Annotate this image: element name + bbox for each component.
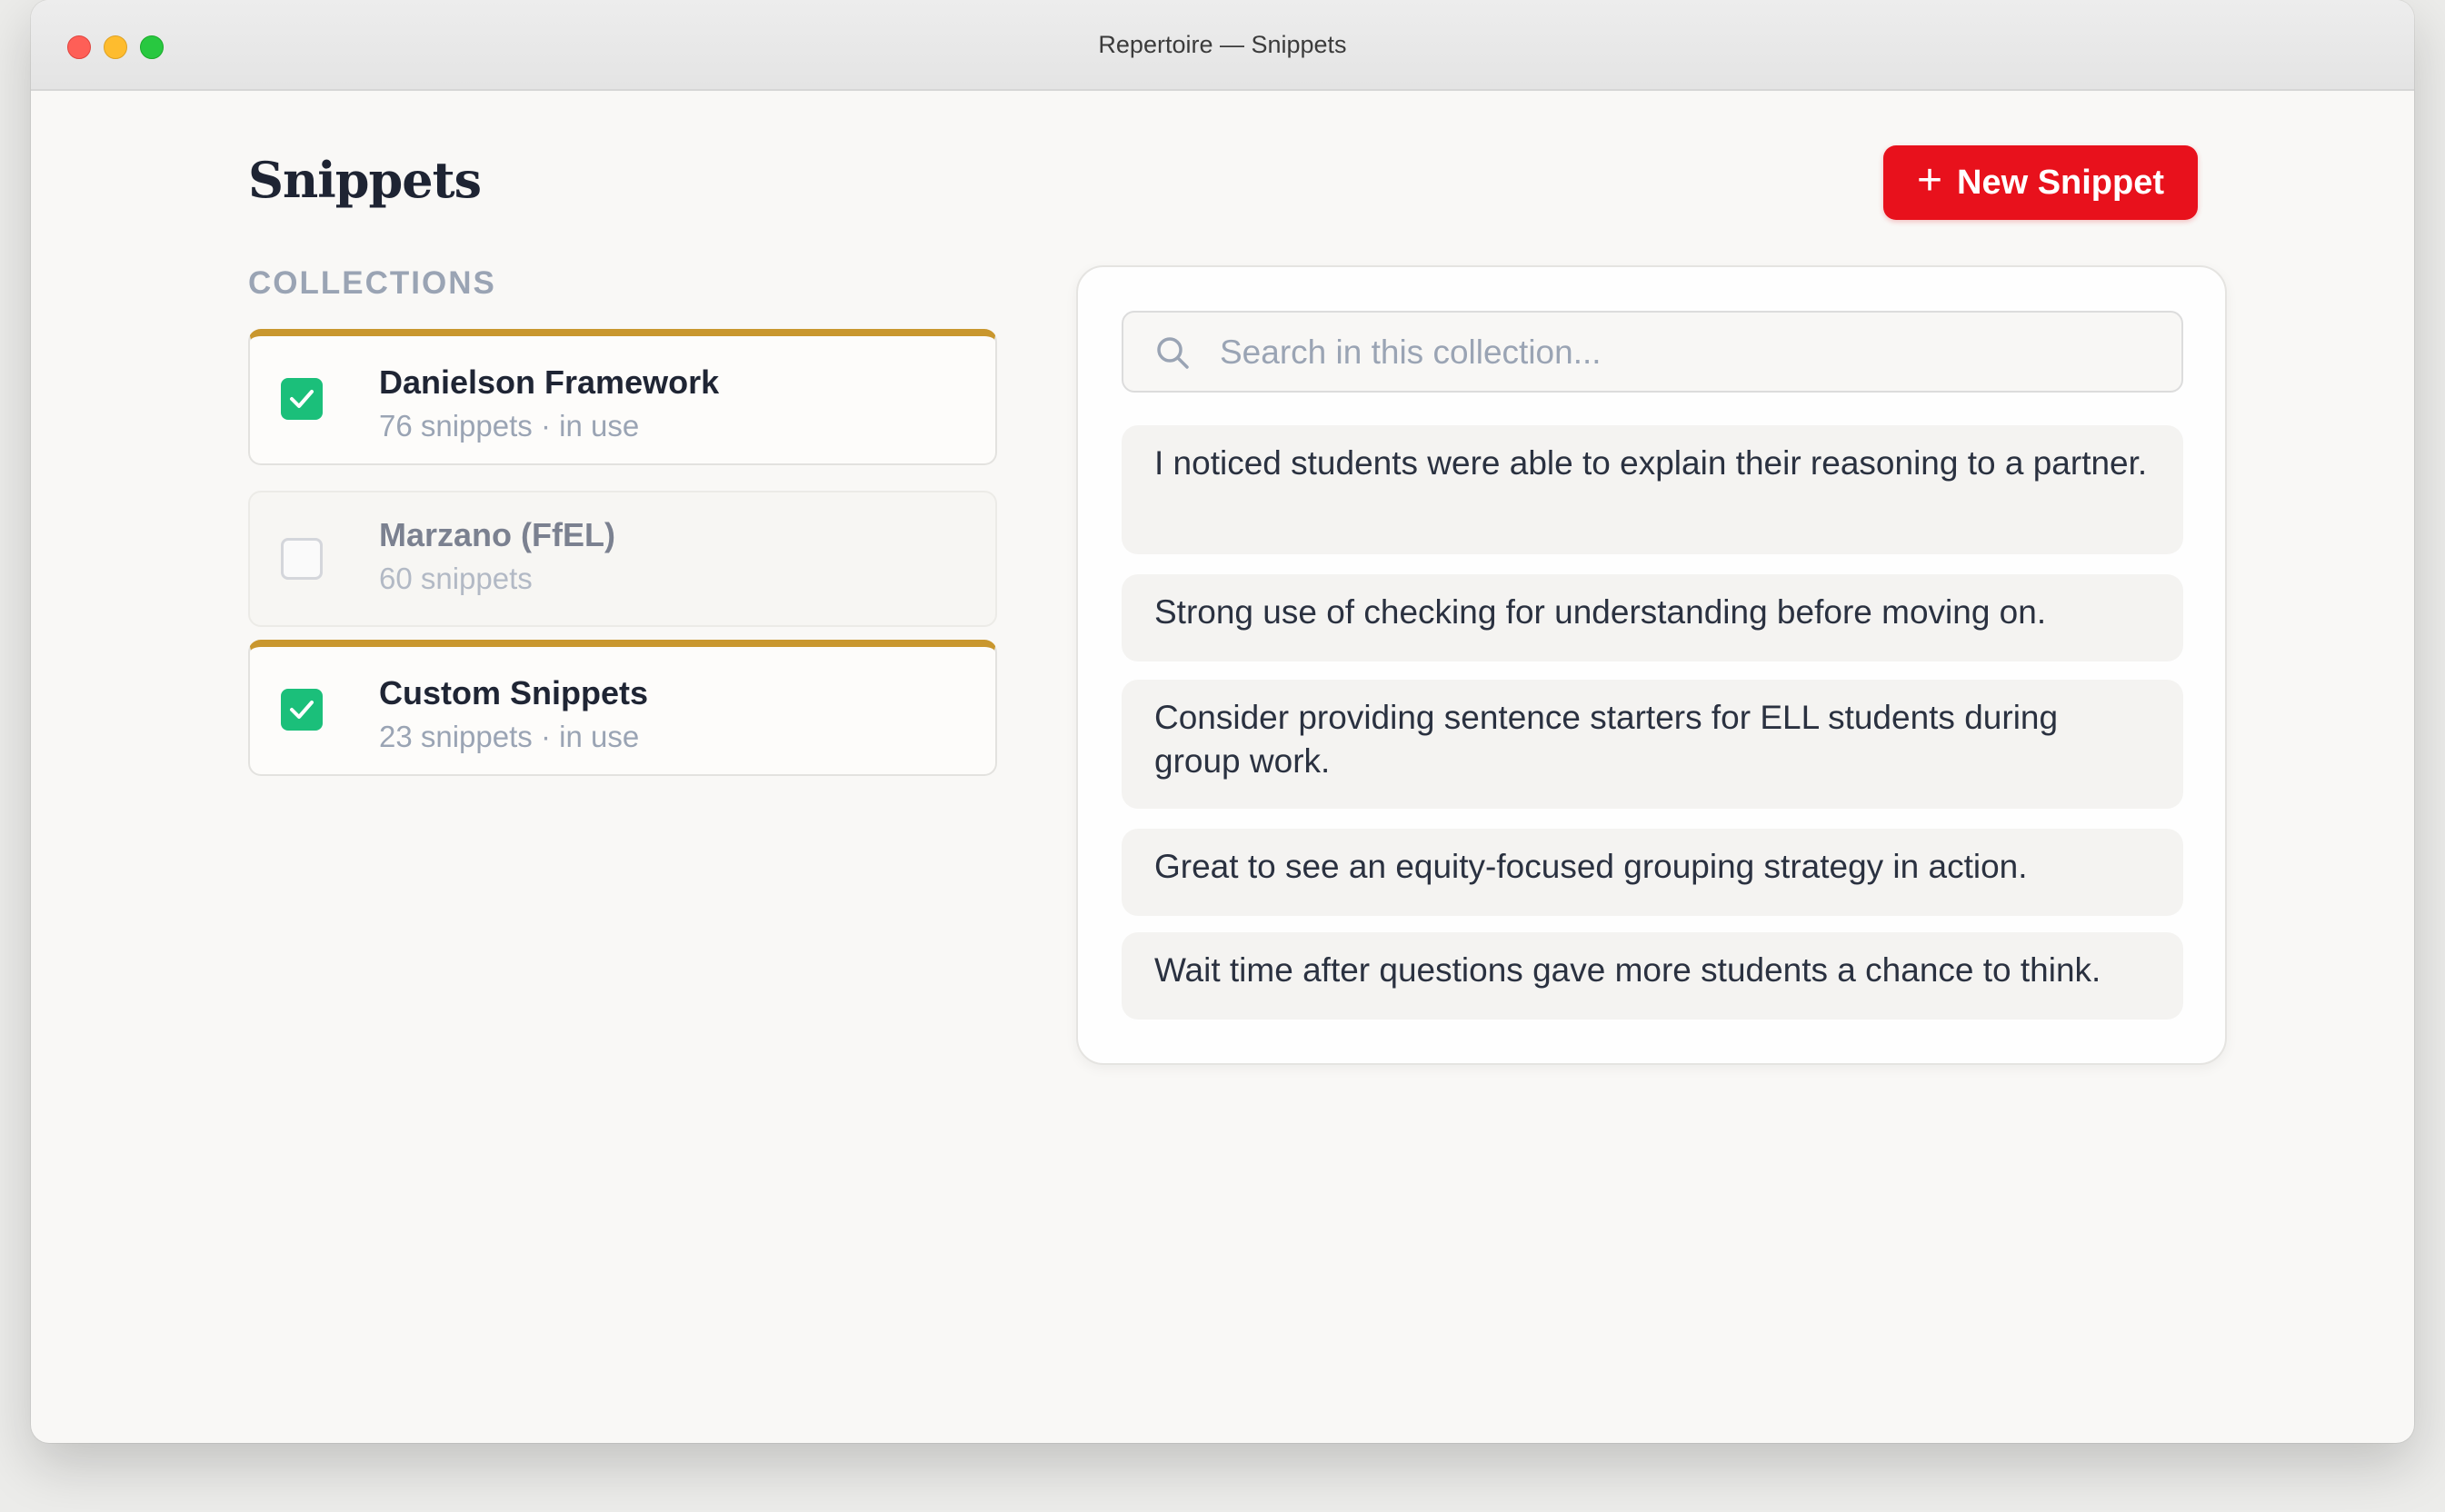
collection-meta: 76 snippets · in use [379,409,640,443]
collection-meta: 60 snippets [379,562,533,595]
collection-custom[interactable]: Custom Snippets 23 snippets · in use [248,640,997,776]
new-snippet-label: New Snippet [1957,163,2165,202]
title-bar: Repertoire — Snippets [31,0,2414,91]
collection-checkbox[interactable] [281,378,323,420]
page-title: Snippets [248,151,482,209]
new-snippet-button[interactable]: + New Snippet [1883,145,2198,220]
snippet-item[interactable]: Great to see an equity-focused grouping … [1122,829,2183,916]
plus-icon: + [1916,156,1942,204]
search-icon [1157,337,1189,369]
collection-name: Custom Snippets [379,674,649,711]
app-window: Repertoire — Snippets Snippets + New Sni… [31,0,2414,1443]
collection-name: Danielson Framework [379,363,720,401]
snippet-item[interactable]: Strong use of checking for understanding… [1122,574,2183,662]
collection-meta: 23 snippets · in use [379,720,640,753]
snippets-panel: I noticed students were able to explain … [1076,265,2227,1065]
checkmark-icon [290,390,314,408]
snippet-item[interactable]: Consider providing sentence starters for… [1122,680,2183,809]
search-input[interactable] [1218,325,2158,380]
collection-marzano[interactable]: Marzano (FfEL) 60 snippets [248,491,997,627]
collection-checkbox[interactable] [281,689,323,731]
collection-danielson[interactable]: Danielson Framework 76 snippets · in use [248,329,997,465]
collection-checkbox[interactable] [281,538,323,580]
snippet-item[interactable]: I noticed students were able to explain … [1122,425,2183,554]
window-title: Repertoire — Snippets [1098,31,1347,58]
search-box[interactable] [1122,311,2183,393]
collection-name: Marzano (FfEL) [379,516,615,553]
checkmark-icon [290,701,314,719]
collections-heading: COLLECTIONS [248,265,496,301]
snippet-item[interactable]: Wait time after questions gave more stud… [1122,932,2183,1020]
